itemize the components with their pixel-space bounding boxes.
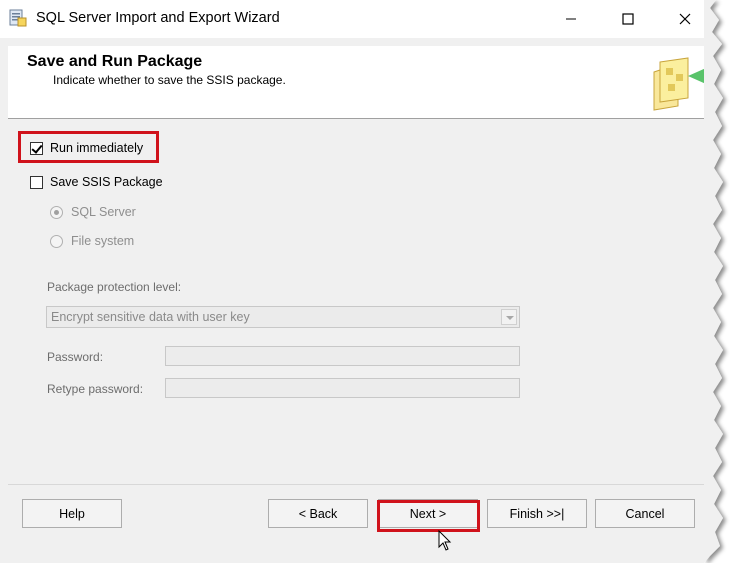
page-title: Save and Run Package [27, 53, 203, 70]
password-label: Password: [47, 350, 104, 364]
window-title: SQL Server Import and Export Wizard [36, 10, 280, 26]
package-wizard-icon [653, 57, 706, 111]
file-system-radio-dot[interactable] [50, 234, 63, 248]
maximize-icon [622, 13, 634, 25]
minimize-button[interactable] [542, 0, 600, 38]
page-header: Save and Run Package Indicate whether to… [8, 46, 708, 118]
file-system-label: File system [71, 234, 135, 248]
chevron-down-icon[interactable] [501, 309, 517, 325]
password-field[interactable] [165, 346, 520, 366]
save-ssis-package-checkbox[interactable]: Save SSIS Package [30, 175, 163, 189]
minimize-icon [566, 18, 576, 20]
close-icon [679, 13, 691, 25]
sql-server-label: SQL Server [71, 205, 136, 219]
run-immediately-highlight [18, 131, 159, 163]
finish-button[interactable]: Finish >>| [487, 499, 587, 528]
next-button-highlight [377, 500, 480, 532]
sql-server-radio[interactable]: SQL Server [50, 205, 136, 219]
wizard-window: SQL Server Import and Export Wizard Save… [0, 0, 716, 563]
back-button[interactable]: < Back [268, 499, 368, 528]
protection-level-value: Encrypt sensitive data with user key [51, 310, 250, 324]
retype-password-label: Retype password: [47, 382, 144, 396]
torn-edge-decoration [704, 0, 735, 563]
header-divider [8, 118, 708, 119]
maximize-button[interactable] [599, 0, 657, 38]
save-ssis-package-check[interactable] [30, 175, 43, 189]
retype-password-field[interactable] [165, 378, 520, 398]
protection-level-select[interactable]: Encrypt sensitive data with user key [46, 306, 520, 328]
cancel-button[interactable]: Cancel [595, 499, 695, 528]
footer-divider [8, 484, 708, 485]
mouse-cursor-icon [438, 530, 452, 551]
protection-level-label: Package protection level: [47, 280, 182, 294]
save-ssis-package-label: Save SSIS Package [50, 175, 163, 189]
file-system-radio[interactable]: File system [50, 234, 134, 248]
help-button[interactable]: Help [22, 499, 122, 528]
wizard-app-icon [9, 9, 27, 27]
sql-server-radio-dot[interactable] [50, 205, 63, 219]
title-bar[interactable]: SQL Server Import and Export Wizard [0, 0, 716, 38]
page-subtitle: Indicate whether to save the SSIS packag… [53, 73, 286, 87]
